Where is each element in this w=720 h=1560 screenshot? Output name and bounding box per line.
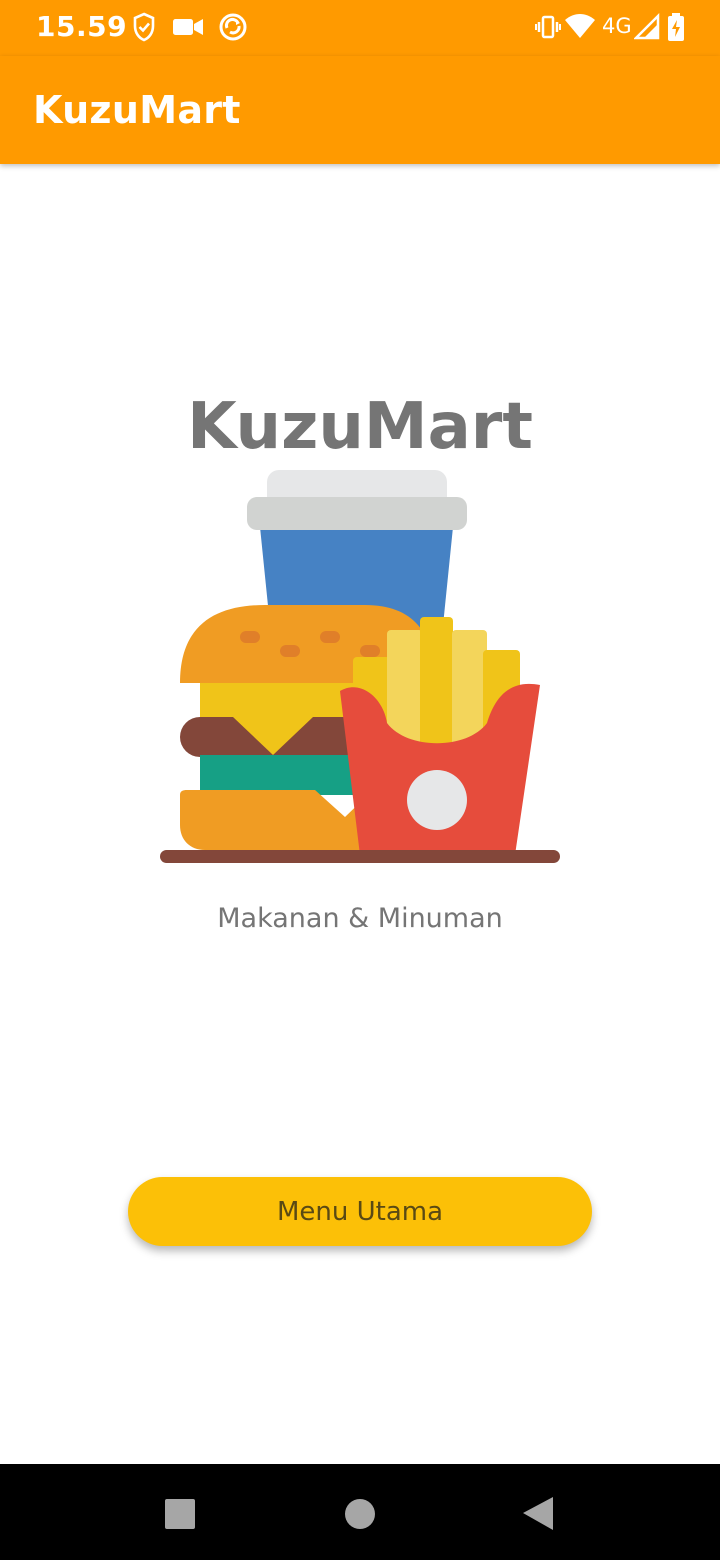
status-time: 15.59 [36,10,128,43]
signal-icon [634,12,660,40]
network-type-label: 4G [602,14,632,38]
shield-check-icon [133,12,155,42]
subtitle: Makanan & Minuman [217,903,503,934]
tray [160,850,560,863]
headline: KuzuMart [187,390,533,464]
battery-charging-icon [668,13,684,41]
vibrate-icon [535,15,561,39]
back-triangle-icon[interactable] [518,1494,558,1534]
app-title: KuzuMart [33,88,241,132]
home-circle-icon[interactable] [340,1494,380,1534]
menu-utama-button[interactable]: Menu Utama [128,1177,592,1246]
app-bar: KuzuMart [0,56,720,164]
screen: 15.59 4G KuzuMart KuzuMart Makanan & Min… [0,0,720,1560]
nav-bar [0,1464,720,1560]
recents-square-icon[interactable] [160,1494,200,1534]
status-bar: 15.59 4G [0,0,720,56]
video-camera-icon [173,19,203,35]
burger-fries-drink-illustration [160,470,560,863]
sync-circle-icon [219,13,247,41]
wifi-icon [565,14,595,38]
